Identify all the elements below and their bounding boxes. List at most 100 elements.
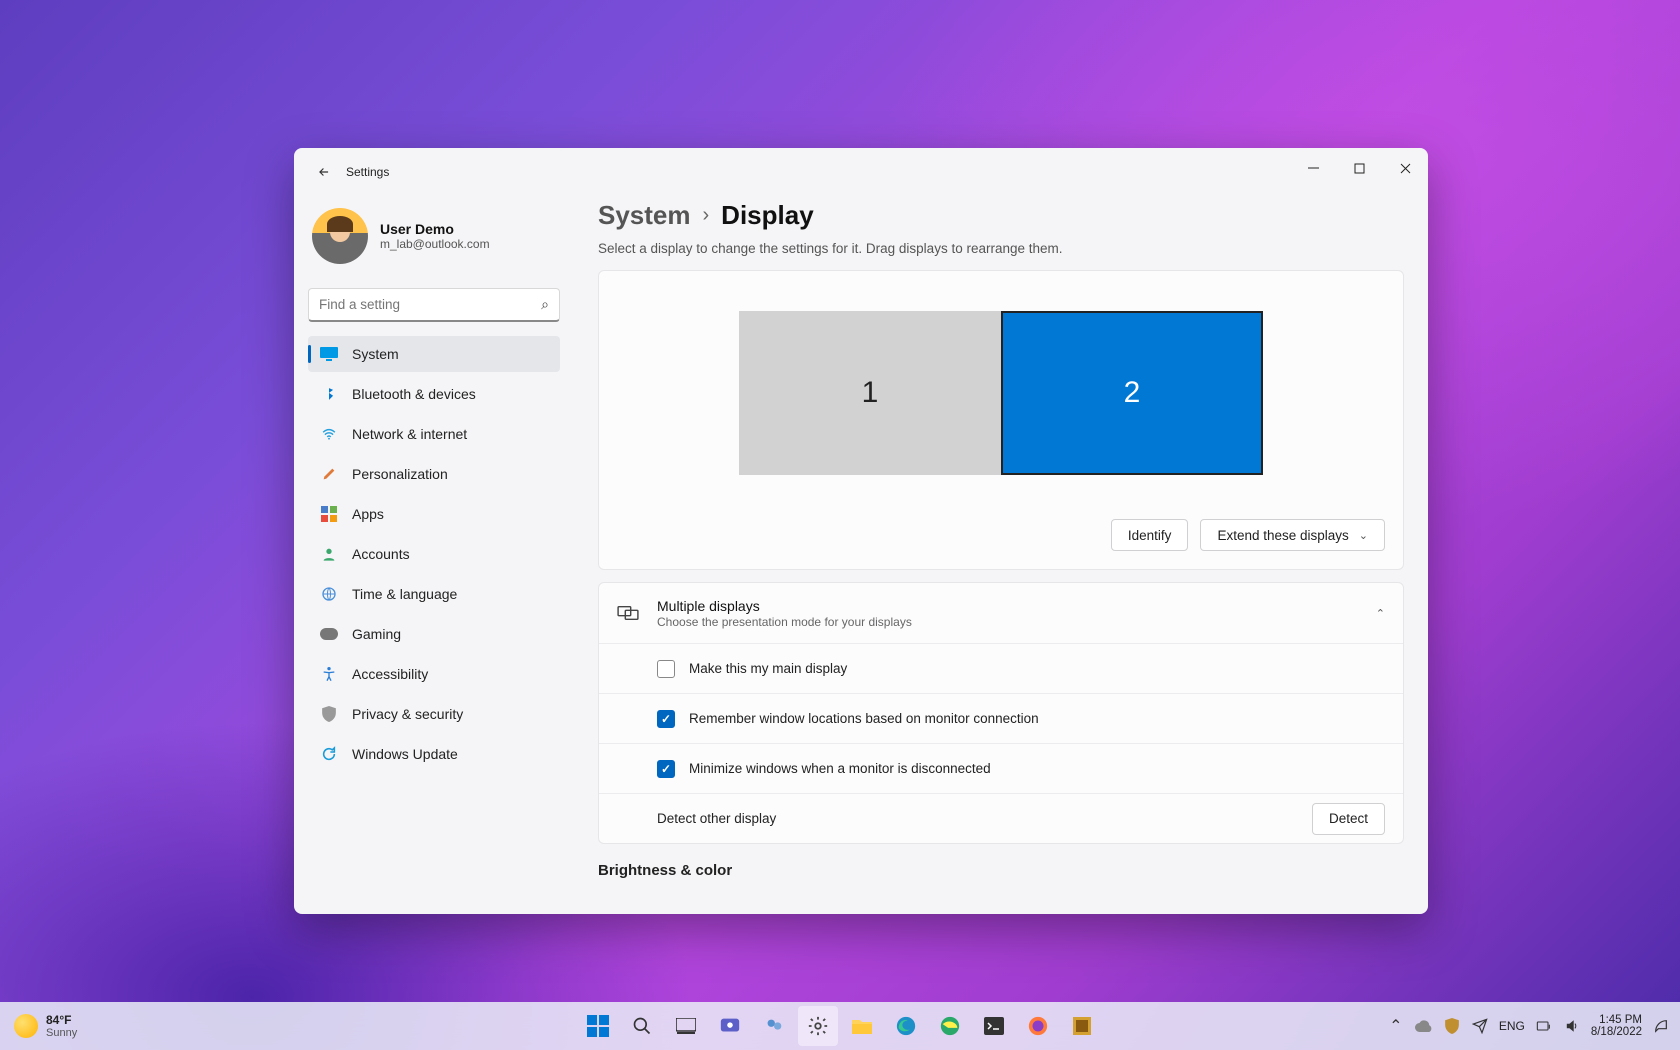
main-content: System › Display Select a display to cha… [574, 148, 1428, 914]
notifications-icon[interactable] [1652, 1017, 1670, 1035]
monitor-2[interactable]: 2 [1001, 311, 1263, 475]
nav-label: Apps [352, 506, 384, 522]
start-button[interactable] [578, 1006, 618, 1046]
wifi-icon [320, 425, 338, 443]
volume-icon[interactable] [1563, 1017, 1581, 1035]
edge-canary-button[interactable] [930, 1006, 970, 1046]
breadcrumb-parent[interactable]: System [598, 200, 691, 231]
search-button[interactable] [622, 1006, 662, 1046]
multiple-displays-card: Multiple displays Choose the presentatio… [598, 582, 1404, 844]
teams-button[interactable] [754, 1006, 794, 1046]
edge-button[interactable] [886, 1006, 926, 1046]
brush-icon [320, 465, 338, 483]
nav-label: Gaming [352, 626, 401, 642]
option-label: Remember window locations based on monit… [689, 711, 1039, 726]
globe-icon [320, 585, 338, 603]
nav-personalization[interactable]: Personalization [308, 456, 560, 492]
display-icon [320, 345, 338, 363]
extend-label: Extend these displays [1217, 528, 1348, 543]
date: 8/18/2022 [1591, 1026, 1642, 1038]
update-icon [320, 745, 338, 763]
nav-time-language[interactable]: Time & language [308, 576, 560, 612]
option-minimize-disconnect[interactable]: Minimize windows when a monitor is disco… [599, 743, 1403, 793]
nav-network[interactable]: Network & internet [308, 416, 560, 452]
breadcrumb: System › Display [598, 200, 1404, 231]
monitors-icon [617, 604, 639, 622]
checkbox-minimize[interactable] [657, 760, 675, 778]
option-main-display[interactable]: Make this my main display [599, 643, 1403, 693]
weather-widget[interactable]: 84°F Sunny [14, 1013, 77, 1039]
nav-privacy[interactable]: Privacy & security [308, 696, 560, 732]
chat-button[interactable] [710, 1006, 750, 1046]
nav-accessibility[interactable]: Accessibility [308, 656, 560, 692]
checkbox-remember[interactable] [657, 710, 675, 728]
shield-icon [320, 705, 338, 723]
back-button[interactable] [304, 152, 344, 192]
person-icon [320, 545, 338, 563]
chevron-up-icon: ⌃ [1376, 607, 1385, 620]
profile-block[interactable]: User Demo m_lab@outlook.com [308, 204, 560, 282]
chevron-down-icon: ⌄ [1359, 529, 1368, 542]
minimize-button[interactable] [1290, 148, 1336, 188]
nav-label: Time & language [352, 586, 457, 602]
close-button[interactable] [1382, 148, 1428, 188]
security-icon[interactable] [1443, 1017, 1461, 1035]
option-remember-locations[interactable]: Remember window locations based on monit… [599, 693, 1403, 743]
section-brightness-heading: Brightness & color [598, 862, 1404, 879]
task-view-button[interactable] [666, 1006, 706, 1046]
apps-icon [320, 505, 338, 523]
nav-label: Network & internet [352, 426, 467, 442]
nav-system[interactable]: System [308, 336, 560, 372]
card-subtitle: Choose the presentation mode for your di… [657, 615, 1358, 629]
terminal-button[interactable] [974, 1006, 1014, 1046]
option-label: Minimize windows when a monitor is disco… [689, 761, 991, 776]
nav-list: System Bluetooth & devices Network & int… [308, 336, 560, 772]
weather-temp: 84°F [46, 1013, 77, 1027]
settings-taskbar-button[interactable] [798, 1006, 838, 1046]
onedrive-icon[interactable] [1415, 1017, 1433, 1035]
search-box[interactable]: ⌕ [308, 288, 560, 322]
window-title: Settings [346, 165, 389, 179]
instruction-text: Select a display to change the settings … [598, 241, 1404, 256]
maximize-button[interactable] [1336, 148, 1382, 188]
nav-bluetooth[interactable]: Bluetooth & devices [308, 376, 560, 412]
monitor-1[interactable]: 1 [739, 311, 1001, 475]
page-title: Display [721, 200, 814, 231]
firefox-button[interactable] [1018, 1006, 1058, 1046]
display-arrangement: 1 2 Identify Extend these displays ⌄ [598, 270, 1404, 570]
checkbox-main[interactable] [657, 660, 675, 678]
nav-label: Accounts [352, 546, 410, 562]
avatar [312, 208, 368, 264]
nav-accounts[interactable]: Accounts [308, 536, 560, 572]
tray-chevron-icon[interactable]: ⌃ [1387, 1017, 1405, 1035]
multiple-displays-header[interactable]: Multiple displays Choose the presentatio… [599, 583, 1403, 643]
accessibility-icon [320, 665, 338, 683]
app-button[interactable] [1062, 1006, 1102, 1046]
time: 1:45 PM [1591, 1014, 1642, 1026]
network-tray-icon[interactable] [1535, 1017, 1553, 1035]
option-label: Make this my main display [689, 661, 847, 676]
search-input[interactable] [319, 297, 541, 312]
taskbar: 84°F Sunny ⌃ ENG 1:45 PM 8/18/2022 [0, 1002, 1680, 1050]
location-icon[interactable] [1471, 1017, 1489, 1035]
nav-label: Bluetooth & devices [352, 386, 476, 402]
nav-label: Windows Update [352, 746, 458, 762]
nav-label: System [352, 346, 399, 362]
nav-apps[interactable]: Apps [308, 496, 560, 532]
clock[interactable]: 1:45 PM 8/18/2022 [1591, 1014, 1642, 1038]
gamepad-icon [320, 625, 338, 643]
settings-window: Settings User Demo m_lab@outlook.com ⌕ S… [294, 148, 1428, 914]
titlebar: Settings [294, 148, 1428, 196]
explorer-button[interactable] [842, 1006, 882, 1046]
language-indicator[interactable]: ENG [1499, 1019, 1525, 1033]
nav-update[interactable]: Windows Update [308, 736, 560, 772]
weather-cond: Sunny [46, 1027, 77, 1039]
detect-label: Detect other display [657, 811, 776, 826]
detect-button[interactable]: Detect [1312, 803, 1385, 835]
system-tray: ⌃ ENG 1:45 PM 8/18/2022 [1387, 1014, 1670, 1038]
nav-label: Privacy & security [352, 706, 463, 722]
nav-gaming[interactable]: Gaming [308, 616, 560, 652]
identify-button[interactable]: Identify [1111, 519, 1189, 551]
extend-displays-dropdown[interactable]: Extend these displays ⌄ [1200, 519, 1385, 551]
sidebar: User Demo m_lab@outlook.com ⌕ System Blu… [294, 148, 574, 914]
